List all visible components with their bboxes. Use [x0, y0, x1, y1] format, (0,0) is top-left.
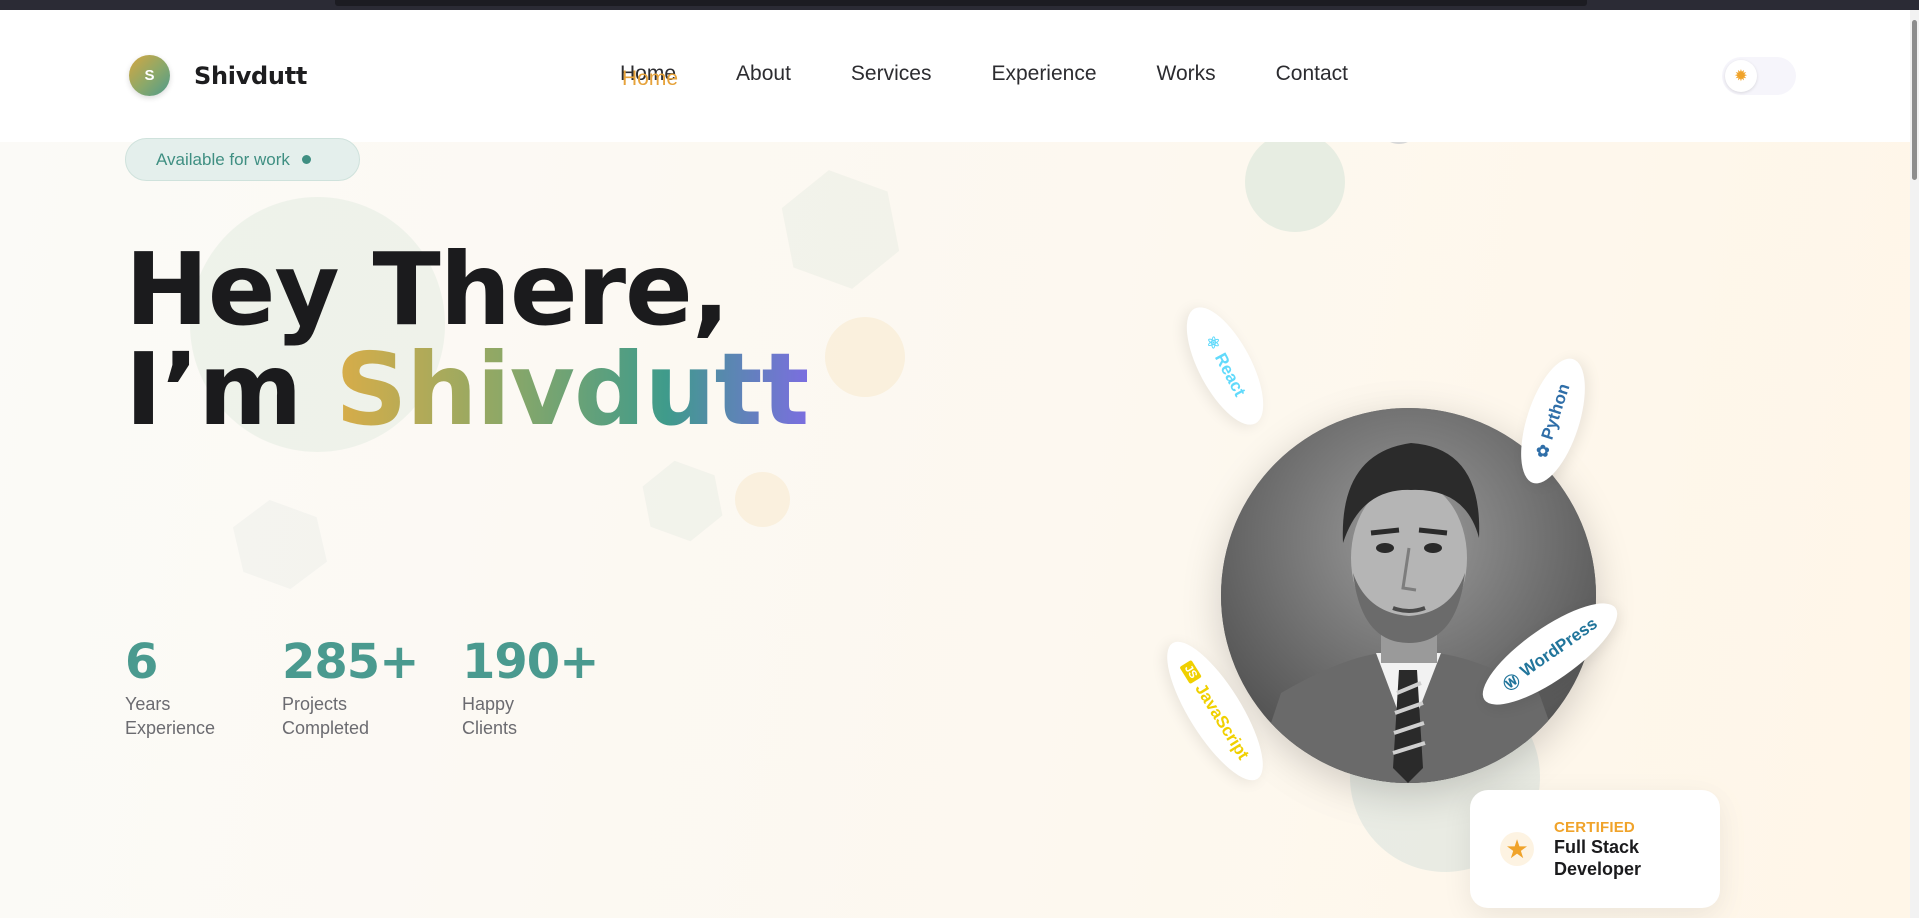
stat-value: 285+ [282, 634, 419, 690]
status-dot [301, 155, 311, 164]
skill-label: React [1210, 349, 1250, 400]
nav-link-works[interactable]: Works [1157, 62, 1216, 86]
bg-hexagon [218, 487, 341, 601]
certified-title-line1: Full Stack [1554, 836, 1640, 857]
nav-link-services[interactable]: Services [851, 62, 932, 86]
bg-dot [735, 472, 790, 527]
logo[interactable]: S Shivdutt [129, 55, 307, 96]
certified-kicker: CERTIFIED [1554, 818, 1635, 836]
bg-hexagon [629, 450, 736, 552]
stat-label: Clients [462, 718, 518, 738]
nav-link-experience[interactable]: Experience [991, 62, 1096, 86]
stats-row: 6 Years Experience 285+ Projects Completed… [125, 636, 602, 740]
logo-text: Shivdutt [194, 61, 308, 90]
star-icon: ★ [1500, 832, 1534, 866]
nav-link-home[interactable]: Home Home [620, 62, 678, 90]
javascript-icon: JS [1179, 660, 1202, 684]
theme-toggle[interactable]: ✹ [1722, 57, 1796, 95]
headline-prefix: I’m [125, 331, 302, 448]
logo-mark: S [129, 55, 170, 96]
stat-label: Years [125, 694, 171, 714]
certified-title-line2: Developer [1554, 858, 1642, 879]
stat-label: Completed [282, 718, 370, 738]
nav-link-contact[interactable]: Contact [1276, 62, 1348, 86]
nav-link-label: Home [620, 62, 677, 85]
bg-circle-small [1245, 142, 1345, 232]
stat-label: Projects [282, 694, 348, 714]
availability-text: Available for work [156, 149, 290, 169]
main-nav: Home Home About Services Experience Work… [620, 62, 1408, 90]
stat-projects: 285+ Projects Completed [282, 636, 462, 740]
sun-icon: ✹ [1725, 60, 1757, 92]
stat-experience: 6 Years Experience [125, 636, 282, 740]
stat-label: Experience [125, 718, 216, 738]
stat-clients: 190+ Happy Clients [462, 636, 602, 740]
python-icon: ✿ [1533, 442, 1554, 461]
nav-link-about[interactable]: About [736, 62, 791, 86]
bg-dot [825, 317, 905, 397]
stat-label: Happy [462, 694, 515, 714]
scrollbar-thumb[interactable] [1912, 20, 1917, 180]
hero-headline: Hey There, I’m Shivdutt [125, 240, 809, 440]
stat-value: 6 [125, 634, 158, 690]
certified-card: ★ CERTIFIED Full Stack Developer [1470, 790, 1720, 908]
page-scrollbar[interactable] [1910, 10, 1919, 918]
stat-value: 190+ [462, 634, 599, 690]
headline-name: Shivdutt [335, 331, 809, 448]
skill-label: Python [1537, 381, 1574, 442]
site-header: S Shivdutt Home Home About Services Expe… [0, 10, 1910, 142]
browser-top-strip [0, 0, 1919, 10]
custom-cursor [1379, 142, 1419, 144]
availability-badge: Available for work [125, 138, 360, 181]
react-icon: ⚛ [1201, 332, 1224, 354]
